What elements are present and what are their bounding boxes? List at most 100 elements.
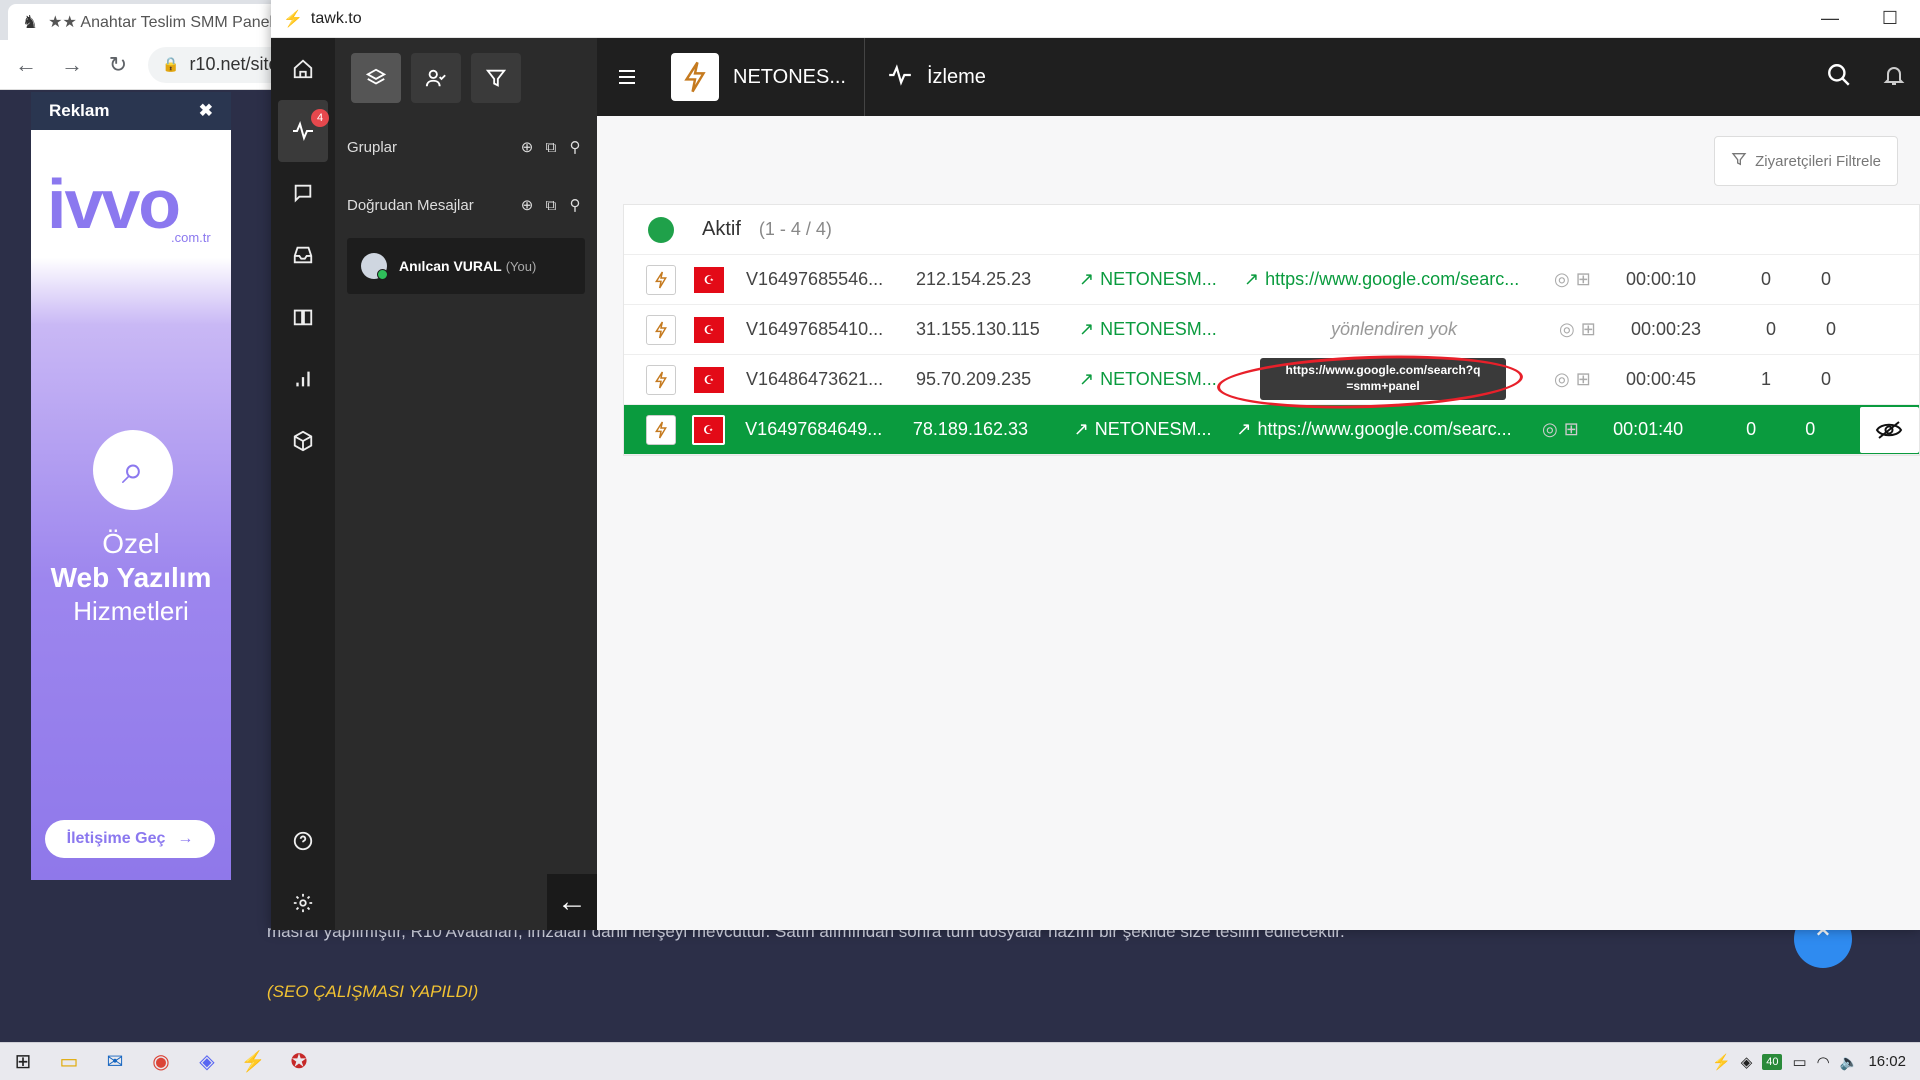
ad-cta-button[interactable]: İletişime Geç → bbox=[45, 820, 215, 858]
home-icon[interactable] bbox=[271, 38, 335, 100]
filter-visitors-label: Ziyaretçileri Filtrele bbox=[1755, 152, 1881, 170]
visit-duration: 00:00:45 bbox=[1626, 369, 1697, 389]
browser-os-icons: ◎ ⊞ bbox=[1554, 269, 1614, 290]
clock[interactable]: 16:02 bbox=[1868, 1053, 1906, 1070]
status-active-dot bbox=[648, 216, 674, 243]
visits-count: 0 bbox=[1820, 369, 1831, 389]
addons-icon[interactable] bbox=[271, 410, 335, 472]
chrome-icon[interactable]: ◉ bbox=[138, 1043, 184, 1080]
arrow-right-icon: → bbox=[177, 830, 194, 847]
battery-icon[interactable]: ▭ bbox=[1792, 1053, 1806, 1071]
search-icon[interactable]: ⚲ bbox=[565, 195, 585, 215]
browser-os-icons: ◎ ⊞ bbox=[1554, 369, 1614, 390]
visitor-id: V16497685546... bbox=[746, 269, 884, 289]
wifi-icon[interactable]: ◠ bbox=[1817, 1053, 1830, 1071]
settings-gear-icon[interactable] bbox=[271, 872, 335, 934]
ad-line2: Web Yazılım bbox=[50, 562, 212, 593]
reports-icon[interactable] bbox=[271, 348, 335, 410]
tawk-tray-icon[interactable]: ⚡ bbox=[1712, 1053, 1731, 1071]
visitor-site: NETONESM... bbox=[1094, 419, 1212, 439]
add-group-icon[interactable]: ⊕ bbox=[517, 137, 537, 157]
help-icon[interactable] bbox=[271, 810, 335, 872]
visitor-id: V16497684649... bbox=[745, 419, 883, 439]
visitor-row-selected[interactable]: ☪ V16497684649... 78.189.162.33 ↗ NETONES… bbox=[624, 405, 1919, 455]
direct-messages-row[interactable]: Doğrudan Mesajlar ⊕ ⧉ ⚲ bbox=[335, 176, 597, 234]
taskbar: ⊞ ▭ ✉ ◉ ◈ ⚡ ✪ ⚡ ◈ 40 ▭ ◠ 🔈 16:02 bbox=[0, 1042, 1920, 1080]
page-title: İzleme bbox=[927, 65, 986, 88]
property-name[interactable]: NETONES... bbox=[733, 66, 846, 89]
monitoring-icon[interactable]: 4 bbox=[278, 100, 329, 162]
app-icon[interactable]: ✪ bbox=[276, 1043, 322, 1080]
user-check-icon[interactable] bbox=[411, 53, 461, 103]
filter-icon[interactable] bbox=[471, 53, 521, 103]
visitor-site-link[interactable]: ↗ NETONESM... bbox=[1074, 419, 1232, 440]
chat-icon[interactable] bbox=[271, 162, 335, 224]
external-link-icon: ↗ bbox=[1079, 369, 1095, 389]
browser-tab[interactable]: ♞ ★★ Anahtar Teslim SMM Panel S bbox=[8, 4, 278, 40]
visitor-referrer-link[interactable]: ↗ https://www.google.com/searc... bbox=[1236, 419, 1542, 440]
visitor-site-link[interactable]: ↗ NETONESM... bbox=[1079, 369, 1239, 390]
search-icon[interactable] bbox=[1826, 62, 1852, 93]
discord-icon[interactable]: ◈ bbox=[184, 1043, 230, 1080]
add-message-icon[interactable]: ⊕ bbox=[517, 195, 537, 215]
hamburger-menu-icon[interactable] bbox=[597, 38, 657, 116]
ad-banner[interactable]: ivvo .com.tr ⌕ Özel Web Yazılım Hizmetle… bbox=[31, 130, 231, 880]
visitor-referrer: https://www.google.com/searc... bbox=[1257, 419, 1512, 439]
windows-icon: ⊞ bbox=[1575, 269, 1591, 289]
avatar bbox=[361, 253, 388, 280]
layers-icon[interactable] bbox=[351, 53, 401, 103]
chrome-icon: ◎ bbox=[1541, 419, 1558, 439]
visitor-type-icon bbox=[646, 414, 676, 445]
external-link-icon: ↗ bbox=[1079, 319, 1095, 339]
search-icon[interactable]: ⚲ bbox=[565, 137, 585, 157]
user-name: Anılcan VURAL bbox=[399, 258, 502, 274]
visitor-id: V16497685410... bbox=[746, 319, 884, 339]
visitor-referrer-link[interactable]: ↗ https://www.google.com/searc... bbox=[1244, 269, 1554, 290]
file-explorer-icon[interactable]: ▭ bbox=[46, 1043, 92, 1080]
filter-icon bbox=[1731, 151, 1747, 171]
maximize-button[interactable]: ☐ bbox=[1860, 0, 1920, 38]
tray-badge[interactable]: 40 bbox=[1762, 1053, 1783, 1070]
back-icon[interactable]: ← bbox=[6, 45, 46, 85]
visitor-row[interactable]: ☪ V16497685546... 212.154.25.23 ↗ NETONES… bbox=[624, 255, 1919, 305]
tawk-window: ⚡ tawk.to — ☐ 4 Gruplar ⊕ ⧉ ⚲ Doğrudan M… bbox=[271, 0, 1920, 930]
windows-icon: ⊞ bbox=[1563, 419, 1579, 439]
tawk-app-icon[interactable]: ⚡ bbox=[230, 1043, 276, 1080]
notification-bell-icon[interactable] bbox=[1882, 62, 1906, 93]
chat-sidebar: Gruplar ⊕ ⧉ ⚲ Doğrudan Mesajlar ⊕ ⧉ ⚲ An… bbox=[335, 38, 597, 930]
visitor-site-link[interactable]: ↗ NETONESM... bbox=[1079, 269, 1239, 290]
forward-icon[interactable]: → bbox=[52, 45, 92, 85]
discord-tray-icon[interactable]: ◈ bbox=[1741, 1053, 1753, 1071]
ad-line1: Özel bbox=[102, 528, 160, 559]
visitor-row[interactable]: ☪ V16497685410... 31.155.130.115 ↗ NETONE… bbox=[624, 305, 1919, 355]
visitor-referrer: yönlendiren yok bbox=[1330, 319, 1458, 339]
visits-count: 0 bbox=[1825, 319, 1836, 339]
visitor-site-link[interactable]: ↗ NETONESM... bbox=[1079, 319, 1239, 340]
tawk-logo-icon: ⚡ bbox=[283, 10, 303, 28]
lock-icon: 🔒 bbox=[162, 56, 180, 72]
group-header[interactable]: Aktif (1 - 4 / 4) bbox=[624, 205, 1919, 255]
chrome-icon: ◎ bbox=[1554, 269, 1570, 289]
filter-visitors-button[interactable]: Ziyaretçileri Filtrele bbox=[1714, 136, 1898, 186]
reload-icon[interactable]: ↻ bbox=[98, 45, 138, 85]
knowledge-base-icon[interactable] bbox=[271, 286, 335, 348]
copy-icon[interactable]: ⧉ bbox=[541, 195, 561, 215]
groups-row[interactable]: Gruplar ⊕ ⧉ ⚲ bbox=[335, 118, 597, 176]
property-logo-icon[interactable] bbox=[671, 53, 719, 101]
user-item[interactable]: Anılcan VURAL (You) bbox=[347, 238, 585, 294]
flag-turkey-icon: ☪ bbox=[692, 314, 726, 345]
inbox-icon[interactable] bbox=[271, 224, 335, 286]
visitor-ip: 212.154.25.23 bbox=[916, 269, 1032, 289]
minimize-button[interactable]: — bbox=[1800, 0, 1860, 38]
collapse-sidebar-button[interactable]: ← bbox=[547, 874, 597, 930]
ad-panel: Reklam ✖ ivvo .com.tr ⌕ Özel Web Yazılım… bbox=[31, 92, 231, 882]
windows-start-icon[interactable]: ⊞ bbox=[0, 1043, 46, 1080]
volume-icon[interactable]: 🔈 bbox=[1840, 1053, 1859, 1071]
chats-count: 0 bbox=[1765, 319, 1776, 339]
mail-icon[interactable]: ✉ bbox=[92, 1043, 138, 1080]
view-visitor-button[interactable] bbox=[1859, 406, 1919, 453]
close-icon[interactable]: ✖ bbox=[199, 101, 213, 121]
copy-icon[interactable]: ⧉ bbox=[541, 137, 561, 157]
site-favicon-icon: ♞ bbox=[22, 11, 39, 32]
windows-icon: ⊞ bbox=[1580, 319, 1596, 339]
